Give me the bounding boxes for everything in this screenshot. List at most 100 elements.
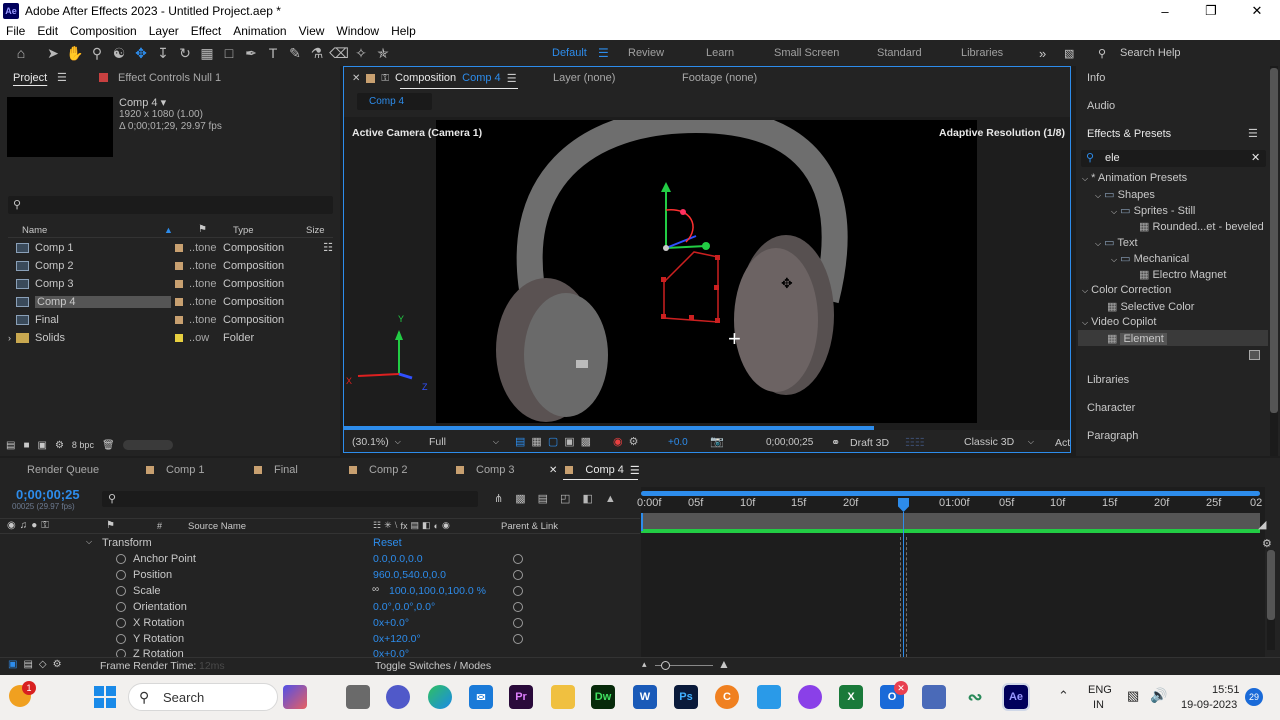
maximize-icon[interactable]: ❐	[1188, 0, 1234, 22]
parent-link-header[interactable]: Parent & Link	[501, 521, 558, 532]
clone-stamp-icon[interactable]: ⚗	[306, 42, 328, 64]
close-icon[interactable]: ✕	[549, 465, 557, 476]
stopwatch-icon[interactable]	[116, 618, 126, 628]
zoom-slider-thumb[interactable]	[661, 661, 670, 670]
tab-final[interactable]: Final	[254, 462, 298, 478]
excel-icon[interactable]: X	[839, 685, 863, 709]
chevron-up-icon[interactable]: ⌃	[1058, 688, 1069, 704]
windows-icon[interactable]	[93, 685, 117, 709]
scrollbar-thumb[interactable]	[1267, 550, 1275, 620]
column-size[interactable]: Size	[306, 225, 324, 236]
tab-comp2[interactable]: Comp 2	[349, 462, 408, 478]
motion-blur-switch-icon[interactable]: ◧	[422, 520, 431, 531]
menu-view[interactable]: View	[293, 24, 331, 38]
timeline-scrollbar[interactable]	[1267, 550, 1275, 650]
list-item[interactable]: Comp 4 ..tone Composition	[8, 293, 333, 310]
workspace-panel-icon[interactable]: ▧	[1064, 40, 1074, 66]
tree-item[interactable]: ⌵ ▭ Text	[1095, 236, 1138, 249]
timeline-search-input[interactable]: ⚲	[102, 491, 478, 507]
stopwatch-icon[interactable]	[116, 586, 126, 596]
menu-window[interactable]: Window	[330, 24, 385, 38]
roto-brush-icon[interactable]: ✧	[350, 42, 372, 64]
tab-comp1[interactable]: Comp 1	[146, 462, 205, 478]
frame-blend-switch-icon[interactable]: ▤	[411, 520, 420, 531]
draft3d-label[interactable]: Draft 3D	[850, 437, 889, 449]
pickwhip-icon[interactable]	[513, 570, 523, 580]
adjustment-switch-icon[interactable]: ◐	[434, 521, 439, 531]
zoom-in-icon[interactable]: ▲	[718, 657, 730, 671]
menu-help[interactable]: Help	[385, 24, 422, 38]
transform-reset[interactable]: Reset	[373, 537, 402, 549]
value-orientation[interactable]: 0.0°,0.0°,0.0°	[373, 601, 435, 613]
lock-icon[interactable]: ⚿	[381, 73, 389, 84]
motion-blur-icon[interactable]: ◧	[582, 492, 592, 505]
sort-ascending-icon[interactable]: ▲	[164, 225, 173, 235]
zoom-tool-icon[interactable]: ⚲	[86, 42, 108, 64]
renderer-dropdown[interactable]: Classic 3D ⌵	[964, 436, 1034, 448]
list-item[interactable]: Comp 2 ..tone Composition	[8, 257, 333, 274]
orbit-camera-icon[interactable]: ☯	[108, 42, 130, 64]
right-panel-scrollbar[interactable]	[1270, 66, 1278, 456]
shy-switch-icon[interactable]: ☷	[373, 520, 381, 531]
stopwatch-icon[interactable]	[116, 602, 126, 612]
tab-footage[interactable]: Footage (none)	[682, 72, 757, 84]
list-item[interactable]: › Solids ..ow Folder	[8, 329, 333, 346]
work-area-range[interactable]	[641, 491, 1260, 496]
tab-effect-controls[interactable]: Effect Controls Null 1	[118, 72, 221, 84]
pan-behind-icon[interactable]: ▦	[196, 42, 218, 64]
premiere-icon[interactable]: Pr	[509, 685, 533, 709]
effects-presets-tab[interactable]: Effects & Presets	[1087, 128, 1171, 140]
tree-item[interactable]: ▦ Electro Magnet	[1139, 268, 1226, 281]
word-icon[interactable]: W	[633, 685, 657, 709]
python-icon[interactable]	[757, 685, 781, 709]
close-icon[interactable]: ✕	[1234, 0, 1280, 22]
menu-composition[interactable]: Composition	[64, 24, 143, 38]
tree-item[interactable]: ⌵ Color Correction	[1082, 284, 1171, 296]
trash-icon[interactable]: 🗑	[102, 440, 115, 451]
bit-depth[interactable]: 8 bpc	[72, 440, 94, 450]
flowchart-icon[interactable]: ☷	[323, 241, 333, 254]
tab-comp3[interactable]: Comp 3	[456, 462, 515, 478]
pen-tool-icon[interactable]: ✒	[240, 42, 262, 64]
tree-item[interactable]: ▦ Selective Color	[1107, 300, 1194, 313]
scrollbar-thumb[interactable]	[1270, 68, 1278, 413]
chevron-right-icon[interactable]: ›	[8, 333, 16, 343]
viewer-tab-composition[interactable]: ✕ ⚿ Composition Comp 4 ☰	[352, 71, 517, 85]
selection-tool-icon[interactable]: ➤	[42, 42, 64, 64]
comp-name[interactable]: Comp 4 ▾	[119, 96, 166, 109]
value-scale[interactable]: 100.0,100.0,100.0 %	[389, 585, 486, 597]
close-icon[interactable]: ✕	[352, 73, 360, 84]
more-workspaces-icon[interactable]: »	[1039, 40, 1046, 66]
panel-menu-icon[interactable]: ☰	[507, 72, 517, 85]
tab-render-queue[interactable]: Render Queue	[27, 462, 99, 478]
layer-switches-pane-icon[interactable]: ▣	[8, 659, 17, 670]
brush-tool-icon[interactable]: ✎	[284, 42, 306, 64]
tree-item[interactable]: ⌵ ▭ Shapes	[1095, 188, 1155, 201]
workspace-standard[interactable]: Standard	[877, 40, 922, 66]
channel-icon[interactable]: ◉	[613, 435, 623, 448]
frame-blending-icon[interactable]: ◰	[560, 492, 570, 505]
quality-switch-icon[interactable]: ⧵	[395, 520, 398, 531]
menu-layer[interactable]: Layer	[143, 24, 185, 38]
meet-icon[interactable]	[386, 685, 410, 709]
pickwhip-icon[interactable]	[513, 618, 523, 628]
workspace-default[interactable]: Default	[552, 40, 587, 66]
mail-icon[interactable]: ✉	[469, 685, 493, 709]
effects-search-input[interactable]: ⚲ ele ✕	[1081, 150, 1266, 167]
in-out-pane-icon[interactable]: ◇	[39, 659, 47, 670]
rotation-tool-icon[interactable]: ↻	[174, 42, 196, 64]
search-help[interactable]: Search Help	[1120, 40, 1181, 66]
stopwatch-icon[interactable]	[116, 570, 126, 580]
snapshot-icon[interactable]: 📷	[710, 435, 724, 448]
new-preset-icon[interactable]	[1249, 350, 1260, 360]
pickwhip-icon[interactable]	[513, 602, 523, 612]
tree-item[interactable]: ⌵ ▭ Sprites - Still	[1111, 204, 1195, 217]
label-tag-icon[interactable]: ⚑	[198, 224, 207, 235]
fast-previews-icon[interactable]: ▤	[515, 435, 525, 448]
photoshop-icon[interactable]: Ps	[674, 685, 698, 709]
tab-comp4[interactable]: ✕ Comp 4 ☰	[549, 462, 640, 478]
pickwhip-icon[interactable]	[513, 634, 523, 644]
paragraph-panel-tab[interactable]: Paragraph	[1087, 430, 1138, 442]
language[interactable]: ENG	[1088, 684, 1112, 696]
list-item[interactable]: Comp 1 ..tone Composition ☷	[8, 239, 333, 256]
